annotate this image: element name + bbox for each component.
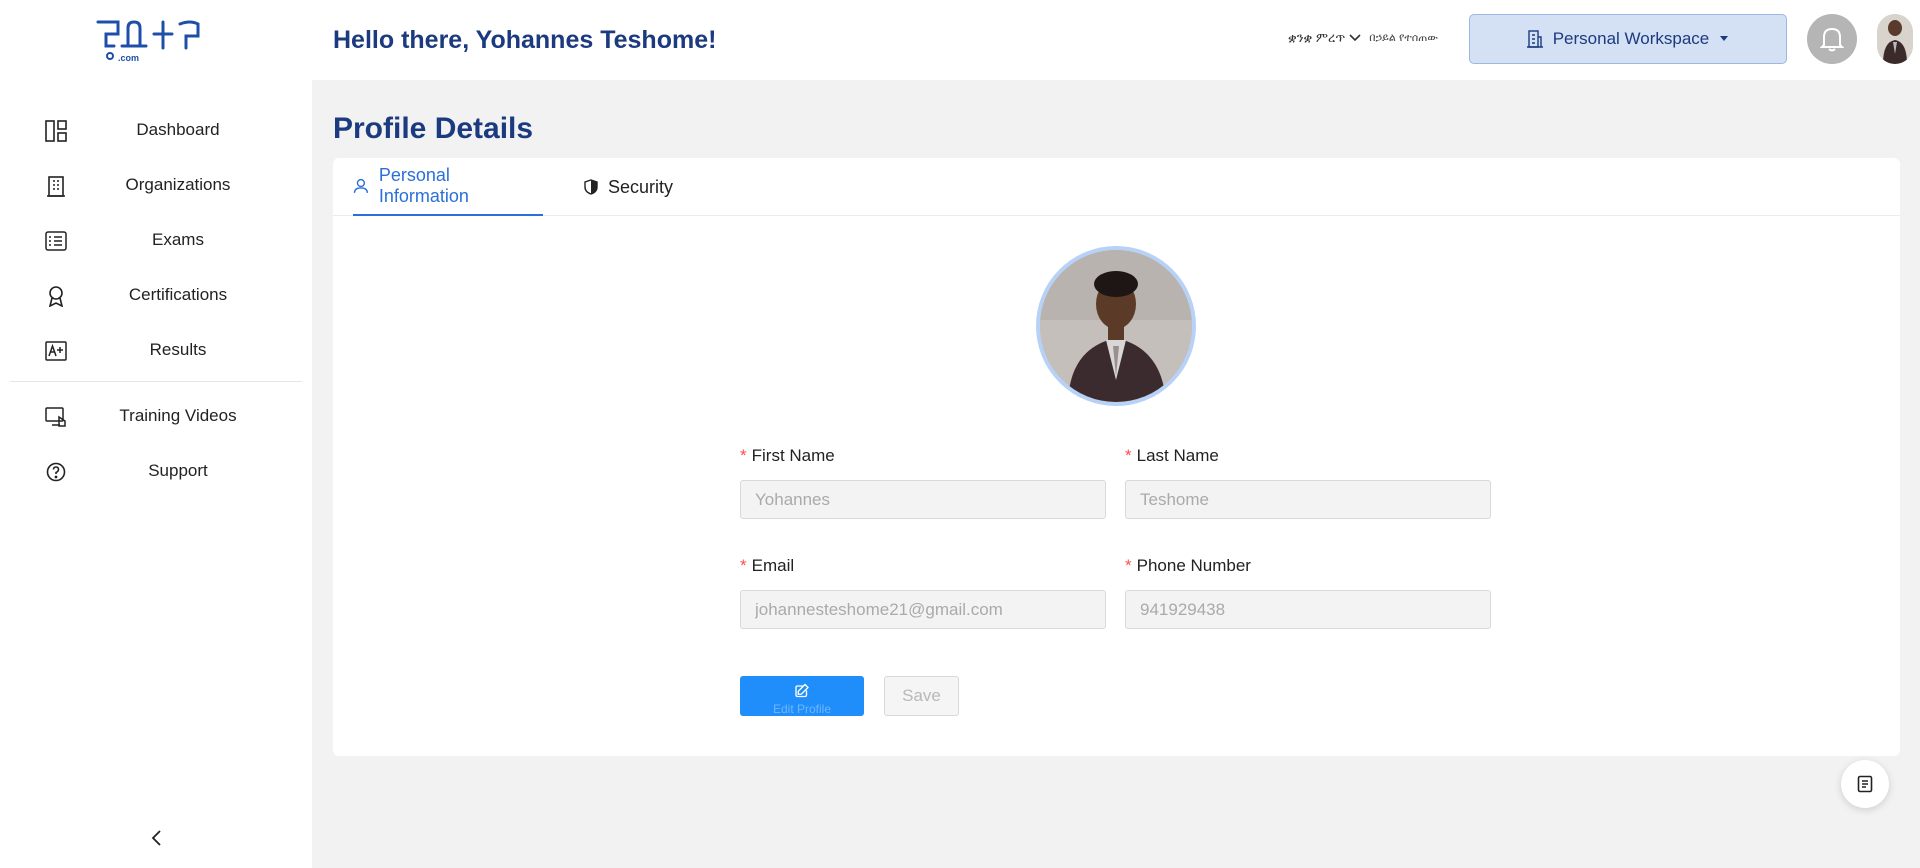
video-icon [44, 405, 68, 429]
sidebar-item-results[interactable]: Results [10, 322, 302, 377]
edit-profile-label: Edit Profile [772, 702, 832, 716]
first-name-label: First Name [751, 446, 835, 465]
phone-number-input[interactable] [1125, 590, 1491, 629]
language-label: ቋንቋ ምረጥ [1288, 30, 1346, 45]
tab-personal-information[interactable]: Personal Information [353, 158, 543, 216]
tab-label: Security [608, 176, 674, 197]
caret-down-icon [1720, 36, 1729, 41]
chevron-left-icon [151, 830, 161, 846]
language-sub-label: በኃይል የተሰጠው [1369, 31, 1438, 44]
collapse-sidebar-button[interactable] [146, 826, 166, 850]
svg-text:.com: .com [118, 53, 139, 63]
sidebar: .com Dashboard Organizations Exams Certi… [0, 0, 312, 868]
greeting-text: Hello there, Yohannes Teshome! [333, 26, 717, 54]
sidebar-item-organizations[interactable]: Organizations [10, 157, 302, 212]
email-label: Email [751, 556, 795, 575]
award-icon [44, 284, 68, 308]
nav-divider [10, 381, 302, 382]
top-header: Hello there, Yohannes Teshome! ቋንቋ ምረጥ በ… [312, 0, 1920, 80]
floating-notes-button[interactable] [1841, 760, 1889, 808]
first-name-field: * First Name [740, 446, 1106, 519]
sidebar-item-dashboard[interactable]: Dashboard [10, 102, 302, 157]
chevron-down-icon [1349, 34, 1361, 42]
help-icon [44, 460, 68, 484]
exam-icon [44, 229, 68, 253]
required-mark: * [740, 446, 747, 465]
dashboard-icon [44, 119, 68, 143]
profile-card: Personal Information Security * First Nam… [333, 158, 1900, 756]
shield-icon [584, 179, 598, 195]
sidebar-nav: Dashboard Organizations Exams Certificat… [10, 102, 302, 498]
language-selector[interactable]: ቋንቋ ምረጥ በኃይል የተሰጠው [1288, 30, 1438, 46]
save-button[interactable]: Save [884, 676, 959, 716]
results-icon [44, 339, 68, 363]
tab-label: Personal Information [378, 165, 469, 206]
page-title: Profile Details [333, 112, 534, 145]
email-input[interactable] [740, 590, 1106, 629]
required-mark: * [1125, 446, 1132, 465]
building-icon [1526, 30, 1543, 48]
notification-button[interactable] [1807, 14, 1857, 64]
required-mark: * [1125, 556, 1132, 575]
sidebar-item-exams[interactable]: Exams [10, 212, 302, 267]
bell-icon [1820, 27, 1844, 52]
building-icon [44, 174, 68, 198]
user-icon [353, 178, 369, 193]
app-logo[interactable]: .com [94, 16, 220, 66]
required-mark: * [740, 556, 747, 575]
profile-picture[interactable] [1036, 246, 1196, 406]
phone-number-label: Phone Number [1136, 556, 1251, 575]
sidebar-item-certifications[interactable]: Certifications [10, 267, 302, 322]
workspace-label: Personal Workspace [1552, 29, 1710, 48]
edit-profile-button[interactable]: Edit Profile [740, 676, 864, 716]
phone-number-field: * Phone Number [1125, 556, 1491, 629]
tab-bar: Personal Information Security [333, 158, 1900, 216]
edit-icon [795, 683, 809, 698]
tab-security[interactable]: Security [584, 158, 673, 216]
sidebar-item-training-videos[interactable]: Training Videos [10, 388, 302, 443]
document-icon [1857, 775, 1873, 793]
last-name-input[interactable] [1125, 480, 1491, 519]
last-name-field: * Last Name [1125, 446, 1491, 519]
email-field: * Email [740, 556, 1106, 629]
workspace-selector[interactable]: Personal Workspace [1469, 14, 1787, 64]
last-name-label: Last Name [1136, 446, 1219, 465]
user-avatar[interactable] [1877, 14, 1913, 64]
sidebar-item-support[interactable]: Support [10, 443, 302, 498]
first-name-input[interactable] [740, 480, 1106, 519]
